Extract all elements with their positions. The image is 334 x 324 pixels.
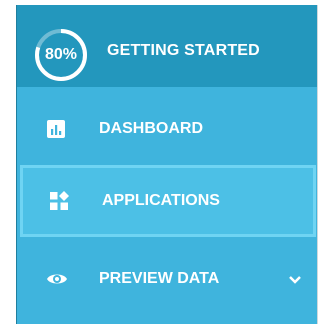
chevron-down-icon[interactable] [287, 273, 303, 285]
progress-percent: 80% [44, 46, 78, 63]
sidebar: 80% GETTING STARTED DASHBOARD APPLICATIO… [16, 5, 318, 324]
menu-item-preview-data[interactable]: PREVIEW DATA [17, 243, 317, 315]
menu-item-label: APPLICATIONS [102, 192, 220, 209]
menu-item-label: DASHBOARD [99, 120, 203, 137]
bar-chart-icon [46, 119, 66, 139]
menu-item-applications[interactable]: APPLICATIONS [20, 165, 316, 237]
apps-grid-icon [49, 191, 69, 211]
progress-ring: 80% [31, 25, 91, 85]
menu-item-dashboard[interactable]: DASHBOARD [17, 93, 317, 165]
getting-started-title: GETTING STARTED [107, 42, 260, 59]
eye-icon [46, 269, 67, 289]
getting-started-header[interactable]: 80% GETTING STARTED [17, 5, 317, 87]
menu-item-label: PREVIEW DATA [99, 270, 220, 287]
